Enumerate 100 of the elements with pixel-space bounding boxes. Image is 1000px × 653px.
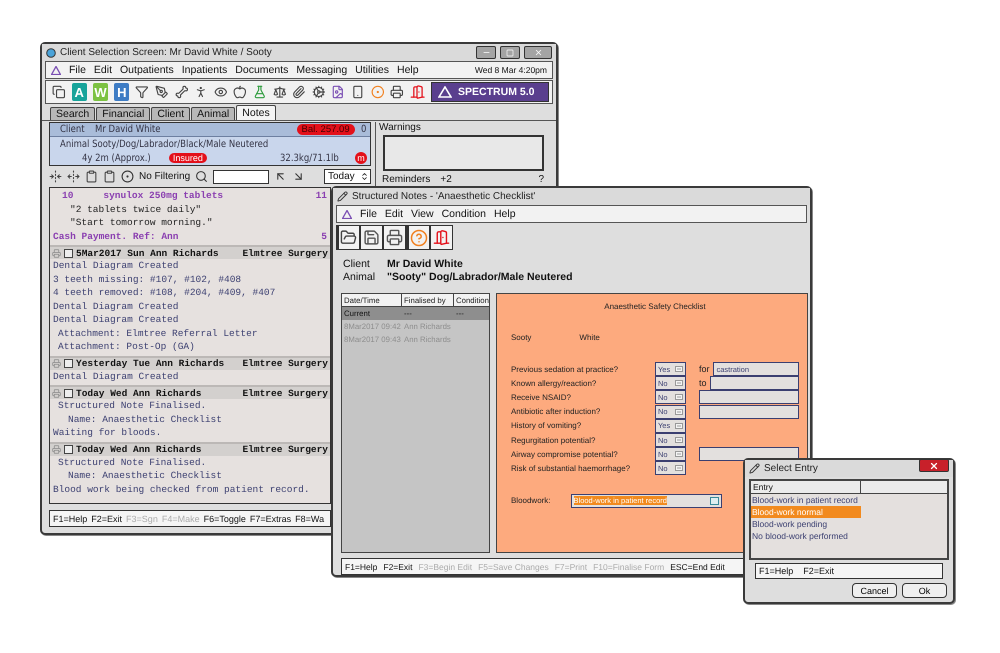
animal-label: Animal [343,271,376,283]
input-field[interactable] [698,390,799,404]
checkbox[interactable] [64,445,73,454]
ok-button[interactable]: Ok [902,583,947,598]
note-text: 10 [62,190,74,202]
note-place: Elmtree Surgery [242,358,328,369]
note-text: Name: Anaesthetic Checklist [68,470,222,482]
entry-option[interactable]: No blood-work performed [751,530,861,542]
menu-item[interactable]: File [360,208,377,220]
door-icon[interactable] [410,83,426,101]
menu-item[interactable]: Condition [442,208,486,220]
paperclip-icon[interactable] [292,84,306,100]
letter-button[interactable]: H [114,83,130,101]
function-key[interactable]: F7=Extras [250,514,292,524]
open-button[interactable] [336,225,360,250]
pencil-icon [749,463,760,474]
entry-option[interactable]: Blood-work pending [751,518,861,530]
note-text: Waiting for bloods. [53,427,162,438]
count-text: 0 [360,124,366,135]
list-icon [674,451,683,458]
list-icon [674,380,683,386]
function-key[interactable]: F6=Toggle [204,514,246,524]
pencil-icon [337,191,348,202]
menu-item[interactable]: Edit [94,64,112,76]
window-title: Client Selection Screen: Mr David White / Sooty [60,47,272,58]
gear-icon[interactable] [312,84,326,100]
close-button[interactable] [919,459,949,472]
list-icon [674,437,683,444]
expand-icon[interactable] [67,170,80,183]
note-text: 11 [316,190,327,202]
menu-item[interactable]: Messaging [296,64,348,76]
filter-icon[interactable] [135,84,150,100]
pen-icon[interactable] [155,84,169,100]
print-button[interactable] [382,225,406,250]
function-key[interactable]: F1=Help [345,562,378,572]
copy-icon[interactable] [52,84,66,100]
period-select[interactable]: Today [324,169,371,184]
menu-item[interactable]: Inpatients [182,64,228,76]
function-key[interactable]: ESC=End Edit [670,562,725,572]
minimize-button[interactable] [476,46,496,59]
note-date: Today Wed Ann Richards [76,388,202,398]
balance-badge: Bal. 257.09 [296,124,355,135]
exit-button[interactable] [430,225,453,250]
question-label: Antibiotic after induction? [510,407,602,416]
phone-icon[interactable] [350,84,365,100]
menu-item[interactable]: Edit [384,208,404,220]
function-key[interactable]: F2=Exit [91,514,122,524]
clipboard-icon[interactable] [103,170,116,183]
checkbox[interactable] [64,388,73,398]
note-text: Blood work being checked from patient record. [53,484,310,495]
close-button[interactable] [524,46,552,59]
help-mark[interactable]: ? [538,174,544,185]
tab[interactable]: Financial [96,107,150,120]
menu-item[interactable]: File [69,64,86,76]
save-button[interactable] [360,225,383,250]
search-icon[interactable] [195,170,208,183]
scale-icon[interactable] [272,84,286,100]
function-key[interactable]: F1=Help [53,514,88,524]
collapse-icon[interactable] [49,170,62,183]
menu-item[interactable]: Help [494,208,516,220]
cancel-button[interactable]: Cancel [852,583,897,598]
tab[interactable]: Client [151,107,190,120]
image-file-icon[interactable] [331,84,345,100]
tab[interactable]: Notes [236,105,276,120]
input-field[interactable] [698,404,799,419]
printer-icon [386,229,403,246]
help-button[interactable] [406,225,430,250]
filter-label: No Filtering [139,171,190,182]
menu-item[interactable]: Utilities [355,64,389,76]
entry-option[interactable]: Blood-work in patient record [751,494,861,506]
flask-icon[interactable] [253,84,267,100]
menu-item[interactable]: View [411,208,434,220]
client-name: Mr David White [94,124,160,135]
tab[interactable]: Search [50,107,96,120]
maximize-button[interactable] [500,46,520,59]
function-key[interactable]: F1=Help [759,566,794,576]
checkbox[interactable] [64,248,73,258]
search-field[interactable] [213,170,270,184]
note-text: "2 tablets twice daily" [70,204,202,215]
apple-icon[interactable] [233,84,247,100]
record-icon[interactable] [121,170,134,183]
note-date: Yesterday Tue Ann Richards [76,358,224,369]
spinner-icon [360,172,369,181]
note-text: Structured Note Finalised. [58,400,206,412]
input-field[interactable] [710,376,799,390]
tab[interactable]: Animal [191,107,236,120]
note-text: Dental Diagram Created [53,314,178,326]
clipboard-icon[interactable] [85,170,98,183]
reminders-label: Reminders [382,174,430,185]
menu-item[interactable]: Documents [235,64,288,76]
save-icon [362,229,380,246]
printer-icon[interactable] [390,84,404,100]
folder-icon [340,229,358,246]
function-key[interactable]: F2=Exit [383,562,412,572]
menu-item[interactable]: Help [397,64,419,76]
function-key[interactable]: F8=Wa [295,514,324,524]
bone-icon[interactable] [174,84,188,100]
checkbox[interactable] [64,359,73,368]
function-key[interactable]: F2=Exit [803,566,834,576]
menu-item[interactable]: Outpatients [120,64,174,76]
